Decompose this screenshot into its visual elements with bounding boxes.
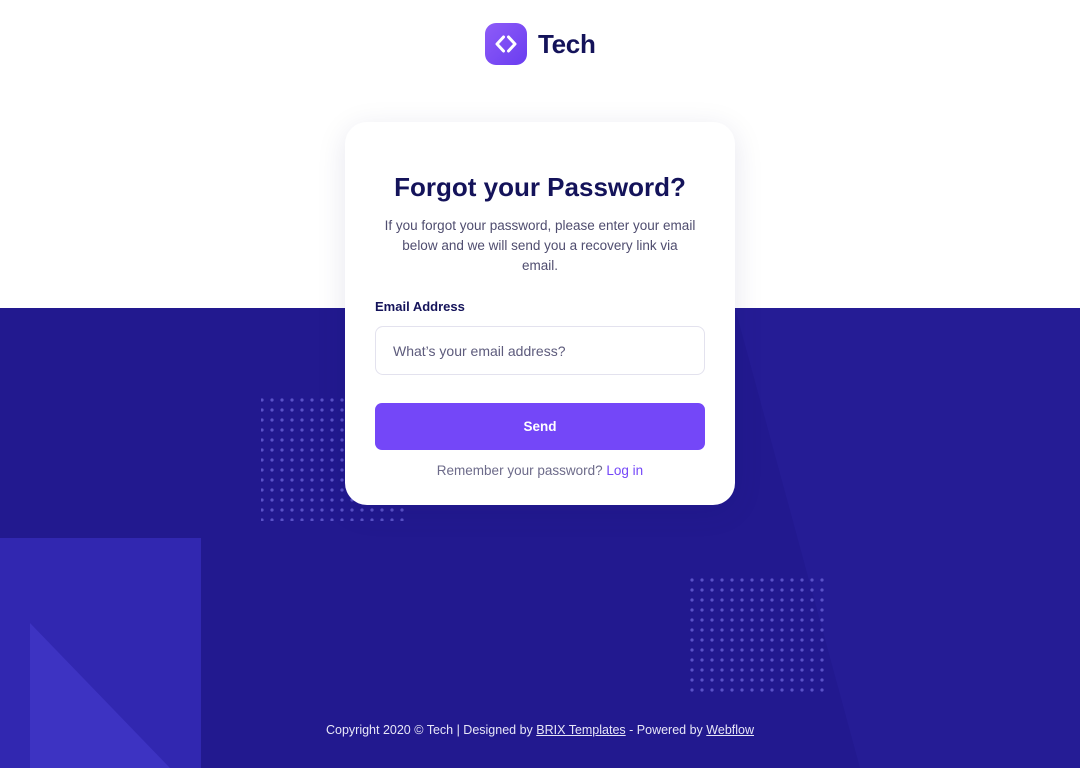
- forgot-password-card: Forgot your Password? If you forgot your…: [345, 122, 735, 505]
- diagonal-shape: [735, 308, 1080, 768]
- brand-name: Tech: [538, 28, 596, 59]
- page-title: Forgot your Password?: [394, 172, 686, 202]
- brix-templates-link[interactable]: BRIX Templates: [536, 723, 625, 737]
- remember-text: Remember your password?: [436, 463, 603, 478]
- login-link[interactable]: Log in: [606, 463, 643, 478]
- powered-by-text: - Powered by: [629, 723, 703, 737]
- remember-password-line: Remember your password? Log in: [375, 463, 705, 478]
- brand-logo[interactable]: Tech: [485, 23, 596, 65]
- footer: Copyright 2020 © Tech | Designed by BRIX…: [0, 723, 1080, 737]
- code-brackets-icon: [485, 23, 527, 65]
- send-button[interactable]: Send: [375, 403, 705, 450]
- email-label: Email Address: [375, 299, 465, 314]
- dot-grid-right: [684, 572, 829, 697]
- webflow-link[interactable]: Webflow: [706, 723, 754, 737]
- copyright-text: Copyright 2020 © Tech | Designed by: [325, 723, 533, 737]
- instructions-text: If you forgot your password, please ente…: [384, 218, 696, 273]
- email-input[interactable]: [375, 326, 705, 375]
